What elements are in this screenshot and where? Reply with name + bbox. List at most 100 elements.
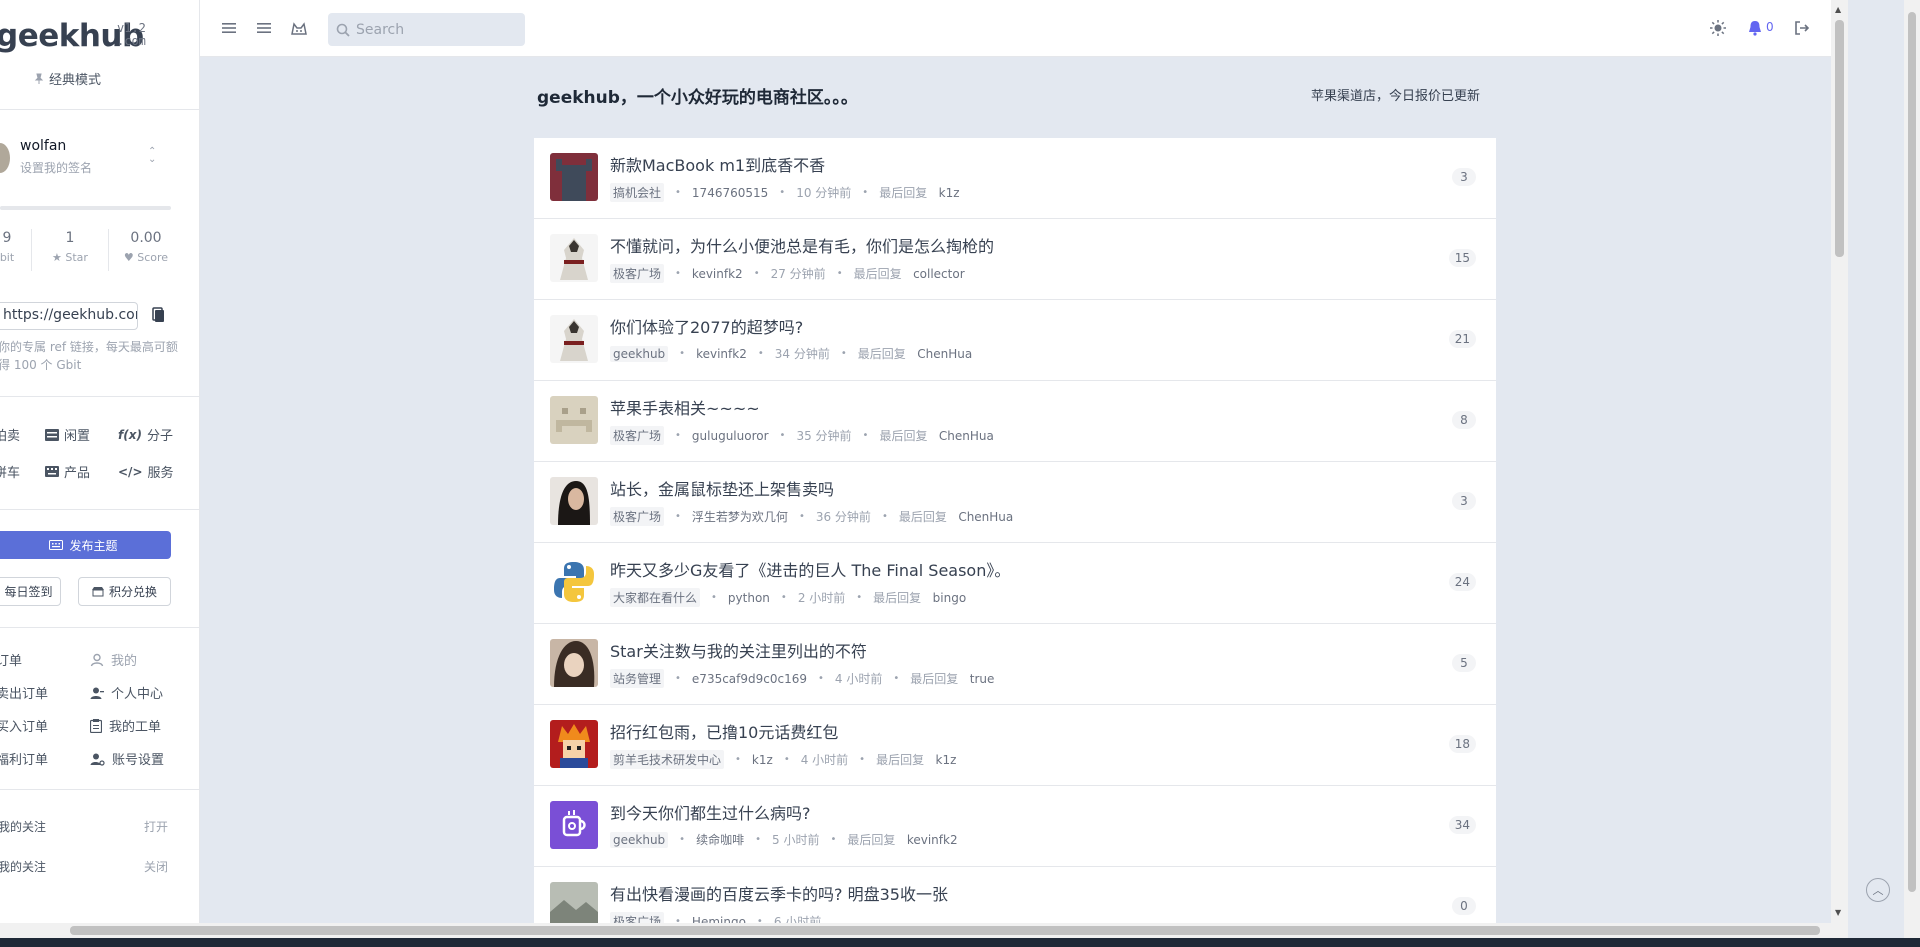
topic-row[interactable]: 不懂就问，为什么小便池总是有毛，你们是怎么掏枪的 极客广场 • kevinfk2 •… — [534, 219, 1496, 300]
topic-tag[interactable]: geekhub — [610, 345, 669, 362]
copy-icon[interactable] — [152, 307, 166, 323]
ref-link-field[interactable]: https://geekhub.com/r/c — [0, 302, 138, 330]
outer-vertical-scrollbar[interactable] — [1904, 0, 1920, 947]
last-reply-user[interactable]: collector — [913, 267, 965, 281]
list-icon[interactable] — [255, 19, 273, 37]
topic-author[interactable]: Hemingo — [692, 915, 746, 924]
topic-author[interactable]: 续命咖啡 — [696, 831, 744, 848]
topic-row[interactable]: 到今天你们都生过什么病吗? geekhub • 续命咖啡 • 5 小时前 • 最后回复… — [534, 786, 1496, 867]
avatar[interactable] — [550, 720, 598, 768]
last-reply-user[interactable]: bingo — [933, 591, 967, 605]
topic-author[interactable]: k1z — [752, 753, 773, 767]
topic-author[interactable]: kevinfk2 — [696, 347, 747, 361]
scrollbar-thumb[interactable] — [1835, 20, 1844, 257]
topic-tag[interactable]: 搞机会社 — [610, 183, 665, 202]
scroll-to-top-button[interactable]: ︿ — [1866, 878, 1890, 902]
scroll-up-icon[interactable]: ▲ — [1835, 5, 1841, 14]
nav-service[interactable]: </> 服务 — [118, 462, 174, 482]
menu-welfare-orders[interactable]: 福利订单 — [0, 749, 48, 768]
menu-profile[interactable]: 个人中心 — [90, 683, 163, 702]
menu-orders[interactable]: 订单 — [0, 650, 22, 669]
notice-link[interactable]: 苹果渠道店，今日报价已更新 — [1311, 85, 1480, 104]
topic-tag[interactable]: geekhub — [610, 831, 669, 848]
avatar[interactable] — [550, 234, 598, 282]
vertical-scrollbar[interactable]: ▲ ▼ — [1831, 0, 1848, 923]
topic-tag[interactable]: 大家都在看什么 — [610, 588, 701, 607]
topic-row[interactable]: Star关注数与我的关注里列出的不符 站务管理 • e735caf9d9c0c16… — [534, 624, 1496, 705]
menu-sold-orders[interactable]: 卖出订单 — [0, 683, 48, 702]
last-reply-user[interactable]: true — [970, 672, 995, 686]
menu-bought-orders[interactable]: 买入订单 — [0, 716, 48, 735]
follow-row[interactable]: 我的关注 关闭 — [0, 858, 168, 875]
last-reply-user[interactable]: ChenHua — [958, 510, 1013, 524]
topic-row[interactable]: 新款MacBook m1到底香不香 搞机会社 • 1746760515 • 10 分… — [534, 138, 1496, 219]
topic-row[interactable]: 有出快看漫画的百度云季卡的吗? 明盘35收一张 极客广场 • Hemingo • 6… — [534, 867, 1496, 923]
topic-tag[interactable]: 极客广场 — [610, 912, 665, 923]
topic-tag[interactable]: 站务管理 — [610, 669, 665, 688]
topic-tag[interactable]: 极客广场 — [610, 507, 665, 526]
topic-row[interactable]: 招行红包雨，已撸10元话费红包 剪羊毛技术研发中心 • k1z • 4 小时前 • 最… — [534, 705, 1496, 786]
scrollbar-thumb[interactable] — [1908, 12, 1916, 892]
nav-carpool[interactable]: 拼车 — [0, 462, 20, 481]
last-reply-user[interactable]: ChenHua — [939, 429, 994, 443]
topic-author[interactable]: 浮生若梦为欢几何 — [692, 508, 788, 525]
username[interactable]: wolfan — [20, 138, 66, 154]
topic-title[interactable]: 不懂就问，为什么小便池总是有毛，你们是怎么掏枪的 — [610, 233, 994, 257]
bell-icon[interactable] — [1746, 19, 1764, 37]
nav-molecule[interactable]: f(x) 分子 — [118, 425, 173, 445]
topic-tag[interactable]: 剪羊毛技术研发中心 — [610, 750, 725, 769]
avatar[interactable] — [550, 558, 598, 606]
topic-title[interactable]: 站长，金属鼠标垫还上架售卖吗 — [610, 476, 834, 500]
follow-row[interactable]: 我的关注 打开 — [0, 818, 168, 835]
avatar[interactable] — [550, 801, 598, 849]
sun-icon[interactable] — [1709, 19, 1727, 37]
nav-product[interactable]: 产品 — [45, 462, 90, 481]
checkin-button[interactable]: 每日签到 — [0, 577, 61, 606]
menu-mine[interactable]: 我的 — [90, 650, 137, 669]
search-input[interactable]: Search — [356, 22, 404, 38]
topic-row[interactable]: 你们体验了2077的超梦吗? geekhub • kevinfk2 • 34 分钟前… — [534, 300, 1496, 381]
points-exchange-button[interactable]: 积分兑换 — [78, 577, 171, 606]
topic-tag[interactable]: 极客广场 — [610, 426, 665, 445]
last-reply-user[interactable]: k1z — [936, 753, 957, 767]
nav-idle[interactable]: 闲置 — [45, 425, 90, 444]
horizontal-scrollbar[interactable] — [0, 923, 1848, 938]
new-topic-button[interactable]: 发布主题 — [0, 531, 171, 559]
topic-author[interactable]: kevinfk2 — [692, 267, 743, 281]
notification-count[interactable]: 0 — [1766, 20, 1774, 34]
open-link[interactable]: 打开 — [144, 818, 168, 835]
topic-title[interactable]: 到今天你们都生过什么病吗? — [610, 800, 811, 824]
menu-tickets[interactable]: 我的工单 — [90, 716, 161, 735]
search-box[interactable]: Search — [328, 13, 525, 46]
menu-icon[interactable] — [220, 19, 238, 37]
topic-author[interactable]: guluguluoror — [692, 429, 769, 443]
topic-title[interactable]: 新款MacBook m1到底香不香 — [610, 152, 825, 176]
scrollbar-thumb[interactable] — [70, 926, 1820, 935]
logout-icon[interactable] — [1793, 19, 1811, 37]
avatar[interactable] — [550, 396, 598, 444]
topic-row[interactable]: 站长，金属鼠标垫还上架售卖吗 极客广场 • 浮生若梦为欢几何 • 36 分钟前 • 最… — [534, 462, 1496, 543]
topic-title[interactable]: 你们体验了2077的超梦吗? — [610, 314, 803, 338]
user-avatar[interactable] — [0, 143, 10, 173]
avatar[interactable] — [550, 882, 598, 923]
topic-tag[interactable]: 极客广场 — [610, 264, 665, 283]
classic-mode-link[interactable]: 经典模式 — [33, 69, 101, 88]
topic-row[interactable]: 苹果手表相关~~~~ 极客广场 • guluguluoror • 35 分钟前 • 最… — [534, 381, 1496, 462]
last-reply-user[interactable]: ChenHua — [917, 347, 972, 361]
scroll-down-icon[interactable]: ▼ — [1835, 908, 1841, 917]
avatar[interactable] — [550, 477, 598, 525]
topic-author[interactable]: python — [728, 591, 770, 605]
avatar[interactable] — [550, 639, 598, 687]
topic-title[interactable]: 昨天又多少G友看了《进击的巨人 The Final Season》。 — [610, 557, 1010, 581]
topic-author[interactable]: e735caf9d9c0c169 — [692, 672, 807, 686]
topic-author[interactable]: 1746760515 — [692, 186, 768, 200]
user-menu-toggle-icon[interactable]: ⌃ ⌄ — [148, 147, 156, 165]
cat-icon[interactable] — [290, 19, 308, 37]
topic-title[interactable]: Star关注数与我的关注里列出的不符 — [610, 638, 867, 662]
menu-account-settings[interactable]: 账号设置 — [90, 749, 164, 768]
topic-title[interactable]: 苹果手表相关~~~~ — [610, 395, 760, 419]
signature-link[interactable]: 设置我的签名 — [20, 159, 92, 176]
close-link[interactable]: 关闭 — [144, 858, 168, 875]
avatar[interactable] — [550, 315, 598, 363]
topic-row[interactable]: 昨天又多少G友看了《进击的巨人 The Final Season》。 大家都在看… — [534, 543, 1496, 624]
